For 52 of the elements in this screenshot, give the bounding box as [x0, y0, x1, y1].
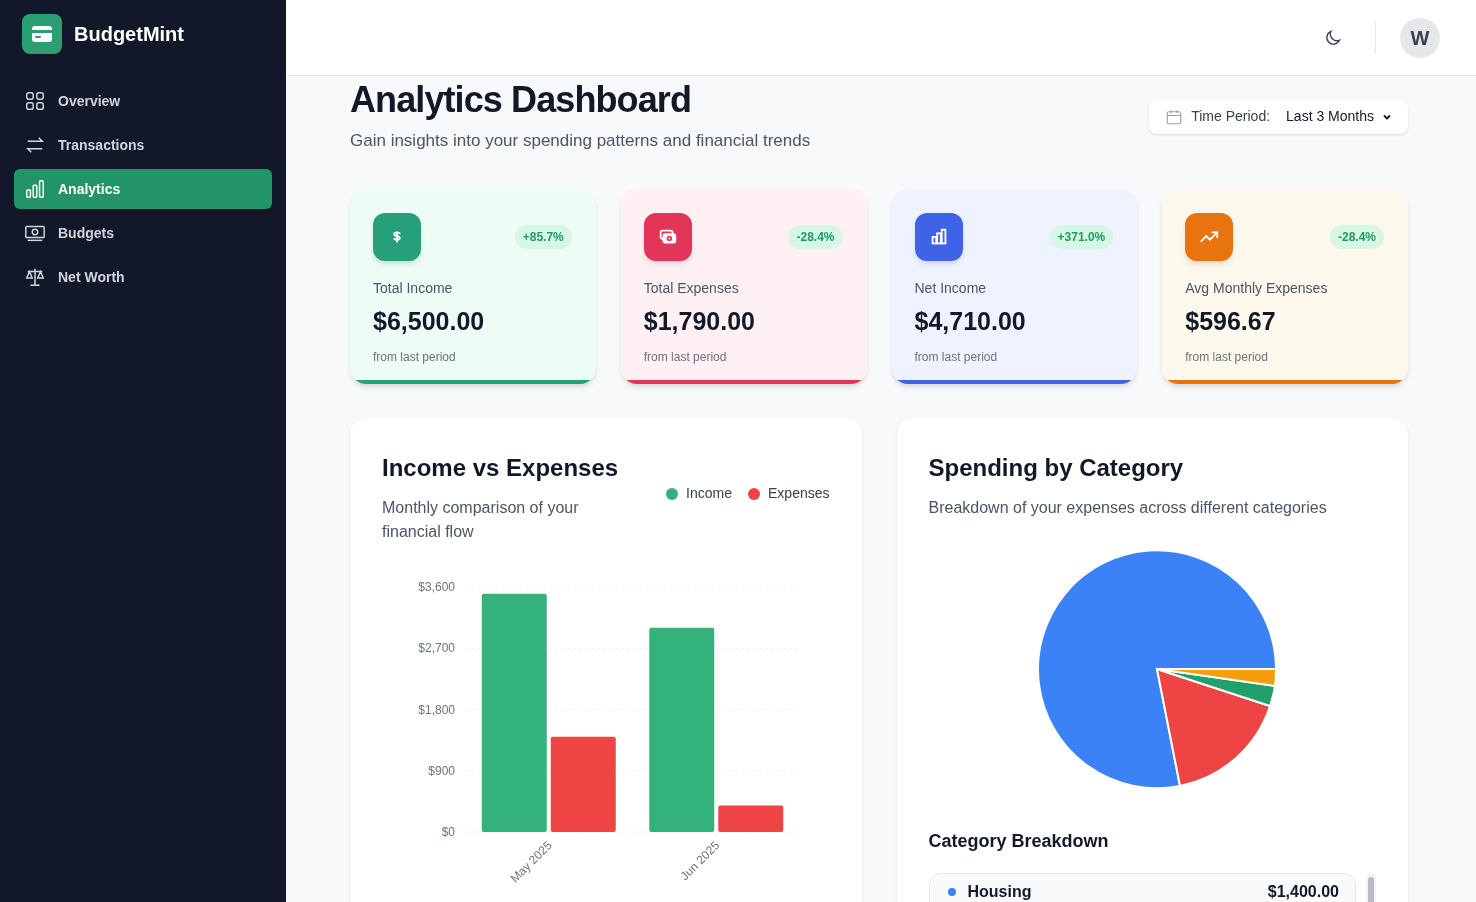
- nav-item[interactable]: Overview: [14, 81, 272, 121]
- scrollbar[interactable]: [1366, 872, 1376, 902]
- page-title: Analytics Dashboard: [350, 78, 692, 122]
- user-avatar[interactable]: W: [1400, 17, 1440, 58]
- stat-label: Avg Monthly Expenses: [1185, 278, 1329, 298]
- axis-label: $900: [428, 763, 455, 778]
- arrows-icon: [24, 134, 46, 156]
- change-badge: -28.4%: [788, 224, 843, 249]
- stat-note: from last period: [914, 349, 999, 366]
- calendar-icon: [1165, 107, 1184, 126]
- banknotes-icon: [643, 212, 692, 261]
- stat-note: from last period: [643, 349, 728, 366]
- stat-label: Total Expenses: [643, 278, 740, 298]
- stat-value: $6,500.00: [373, 305, 486, 337]
- dollar-icon: [373, 212, 421, 261]
- nav-item[interactable]: Budgets: [14, 213, 272, 253]
- bar-chart-icon: [914, 212, 963, 261]
- legend-label: Expenses: [768, 484, 830, 503]
- change-badge: -28.4%: [1329, 224, 1384, 249]
- card-subtitle: Breakdown of your expenses across different categories: [928, 497, 1328, 518]
- scale-icon: [24, 266, 46, 288]
- card-subtitle: Monthly comparison of your financial flow: [382, 497, 580, 542]
- bar: [718, 804, 784, 832]
- change-badge: +85.7%: [514, 224, 572, 249]
- stat-note: from last period: [1185, 349, 1269, 366]
- nav-item[interactable]: Transactions: [14, 125, 272, 165]
- axis-label: $1,800: [418, 702, 455, 716]
- category-amount: $1,400.00: [1267, 881, 1339, 902]
- axis-label: $2,700: [418, 640, 455, 655]
- legend-label: Income: [686, 484, 732, 503]
- stat-value: $596.67: [1185, 305, 1277, 337]
- card-title: Spending by Category: [928, 452, 1185, 483]
- grid-icon: [24, 90, 46, 112]
- axis-label: $0: [441, 824, 455, 839]
- stat-label: Net Income: [914, 278, 988, 298]
- stat-note: from last period: [373, 349, 457, 366]
- logo-icon: [22, 13, 62, 54]
- nav-item[interactable]: Net Worth: [14, 257, 272, 297]
- stat-value: $4,710.00: [914, 305, 1027, 337]
- stat-value: $1,790.00: [643, 305, 756, 337]
- nav-item[interactable]: Analytics: [14, 169, 272, 209]
- stat-label: Total Income: [373, 278, 454, 298]
- axis-label: $3,600: [418, 579, 455, 594]
- bar-chart-icon: [24, 178, 46, 200]
- page-subtitle: Gain insights into your spending patterns and financial trends: [350, 130, 811, 152]
- trend-up-icon: [1185, 212, 1234, 261]
- brand-name: BudgetMint: [74, 21, 184, 47]
- change-badge: +371.0%: [1049, 224, 1114, 249]
- category-name: Housing: [967, 881, 1033, 902]
- card-title: Income vs Expenses: [382, 452, 620, 483]
- section-title: Category Breakdown: [928, 829, 1110, 853]
- time-period-dropdown[interactable]: Time Period: Last 3 Months: [1149, 99, 1408, 134]
